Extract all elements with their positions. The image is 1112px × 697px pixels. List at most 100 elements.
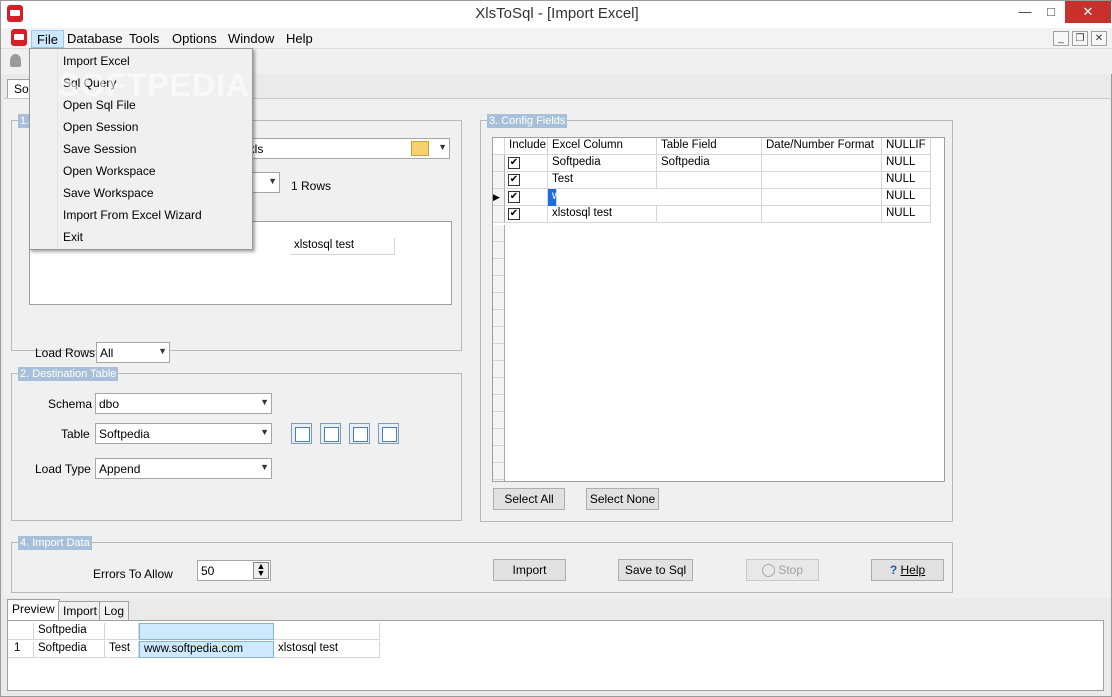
mdi-close-button[interactable]: ✕ [1091, 31, 1107, 46]
new-table-icon[interactable] [291, 423, 312, 444]
tab-preview[interactable]: Preview [7, 599, 60, 620]
grid-cell: xlstosql test [290, 238, 395, 255]
menu-database[interactable]: Database [62, 30, 128, 48]
tab-import[interactable]: Import [58, 601, 103, 620]
select-none-button[interactable]: Select None [586, 488, 659, 510]
row-header[interactable] [493, 206, 505, 223]
spinner-arrows-icon[interactable]: ▲ ▼ [253, 562, 269, 579]
chevron-down-icon[interactable]: ▼ [260, 397, 269, 407]
include-checkbox[interactable]: ✔ [508, 174, 520, 186]
app-window: XlsToSql - [Import Excel] — □ ✕ File Dat… [0, 0, 1112, 697]
chevron-down-icon[interactable]: ▼ [268, 176, 277, 186]
menu-options[interactable]: Options [167, 30, 222, 48]
help-label: Help [900, 563, 926, 577]
grid-cell: 1 [10, 641, 34, 658]
grid-cell: Softpedia [34, 641, 105, 658]
menu-help[interactable]: Help [281, 30, 318, 48]
format-cell[interactable] [762, 172, 882, 189]
grid-cell [10, 623, 34, 640]
menu-item-save-workspace[interactable]: Save Workspace [63, 183, 154, 203]
menu-item-open-session[interactable]: Open Session [63, 117, 138, 137]
excel-column-cell[interactable]: Softpedia [548, 155, 657, 172]
format-cell[interactable] [762, 189, 882, 206]
col-nullif[interactable]: NULLIF [882, 138, 931, 155]
include-cell[interactable]: ✔ [505, 189, 548, 206]
errors-label: Errors To Allow [93, 567, 173, 581]
nullif-cell[interactable]: NULL [882, 155, 931, 172]
col-format[interactable]: Date/Number Format [762, 138, 882, 155]
config-fields-grid[interactable]: Include Excel Column Table Field Date/Nu… [492, 137, 945, 482]
format-cell[interactable] [762, 155, 882, 172]
select-all-button[interactable]: Select All [493, 488, 565, 510]
chevron-down-icon[interactable]: ▼ [158, 346, 167, 356]
load-type-combo[interactable]: Append ▼ [95, 458, 272, 479]
excel-column-cell[interactable]: xlstosql test [548, 206, 657, 223]
errors-value: 50 [201, 564, 215, 578]
include-checkbox[interactable]: ✔ [508, 157, 520, 169]
nullif-cell[interactable]: NULL [882, 189, 931, 206]
load-rows-combo[interactable]: All ▼ [96, 342, 170, 363]
row-header[interactable] [493, 155, 505, 172]
import-button[interactable]: Import [493, 559, 566, 581]
table-field-cell[interactable] [657, 189, 762, 206]
table-field-cell[interactable]: Softpedia [657, 155, 762, 172]
include-cell[interactable]: ✔ [505, 155, 548, 172]
menu-tools[interactable]: Tools [124, 30, 164, 48]
save-to-sql-button[interactable]: Save to Sql [618, 559, 693, 581]
stop-button[interactable]: Stop [746, 559, 819, 581]
mdi-restore-button[interactable]: ❐ [1072, 31, 1088, 46]
preview-grid[interactable]: Softpedia 1 Softpedia Test www.softpedia… [7, 620, 1104, 691]
tab-log[interactable]: Log [99, 601, 130, 620]
refresh-table-icon[interactable] [320, 423, 341, 444]
include-checkbox[interactable]: ✔ [508, 191, 520, 203]
open-folder-icon[interactable] [411, 141, 429, 156]
maximize-button[interactable]: □ [1037, 1, 1065, 23]
schema-combo[interactable]: dbo ▼ [95, 393, 272, 414]
menu-file[interactable]: File [31, 30, 64, 48]
config-row[interactable]: ✔ Test NULL [493, 172, 931, 189]
edit-table-icon[interactable] [349, 423, 370, 444]
mdi-minimize-button[interactable]: _ [1053, 31, 1069, 46]
col-include[interactable]: Include [505, 138, 548, 155]
preview-data-row[interactable]: 1 Softpedia Test www.softpedia.com xlsto… [8, 641, 380, 658]
preview-header-row: Softpedia [8, 623, 380, 640]
include-checkbox[interactable]: ✔ [508, 208, 520, 220]
menu-item-import-wizard[interactable]: Import From Excel Wizard [63, 205, 202, 225]
nullif-cell[interactable]: NULL [882, 206, 931, 223]
file-path-combo[interactable]: t.xls ▼ [238, 138, 450, 159]
menu-item-save-session[interactable]: Save Session [63, 139, 136, 159]
row-header[interactable] [493, 172, 505, 189]
grid-cell: Test [105, 641, 139, 658]
menu-item-open-workspace[interactable]: Open Workspace [63, 161, 156, 181]
grid-cell [105, 623, 139, 640]
chevron-down-icon[interactable]: ▼ [438, 142, 447, 152]
col-table-field[interactable]: Table Field [657, 138, 762, 155]
row-header-strip [493, 225, 505, 481]
help-button[interactable]: ? Help [871, 559, 944, 581]
chevron-down-icon[interactable]: ▼ [260, 427, 269, 437]
config-row[interactable]: ✔ Softpedia Softpedia NULL [493, 155, 931, 172]
col-excel-column[interactable]: Excel Column [548, 138, 657, 155]
excel-column-cell[interactable]: www.softpedia.com [548, 189, 557, 206]
include-cell[interactable]: ✔ [505, 172, 548, 189]
mdi-doc-icon[interactable] [11, 29, 27, 46]
config-row[interactable]: ▶✔ www.softpedia.com NULL [493, 189, 931, 206]
config-row[interactable]: ✔ xlstosql test NULL [493, 206, 931, 223]
grid-cell: xlstosql test [274, 641, 380, 658]
menu-window[interactable]: Window [223, 30, 279, 48]
menu-item-exit[interactable]: Exit [63, 227, 83, 247]
chevron-down-icon[interactable]: ▼ [260, 462, 269, 472]
user-icon[interactable] [10, 54, 21, 67]
close-button[interactable]: ✕ [1065, 1, 1111, 23]
row-header[interactable]: ▶ [493, 189, 505, 206]
excel-column-cell[interactable]: Test [548, 172, 657, 189]
include-cell[interactable]: ✔ [505, 206, 548, 223]
minimize-button[interactable]: — [1011, 1, 1039, 23]
format-cell[interactable] [762, 206, 882, 223]
table-field-cell[interactable] [657, 206, 762, 223]
errors-spinner[interactable]: 50 ▲ ▼ [197, 560, 271, 581]
columns-icon[interactable] [378, 423, 399, 444]
nullif-cell[interactable]: NULL [882, 172, 931, 189]
table-field-cell[interactable] [657, 172, 762, 189]
table-combo[interactable]: Softpedia ▼ [95, 423, 272, 444]
